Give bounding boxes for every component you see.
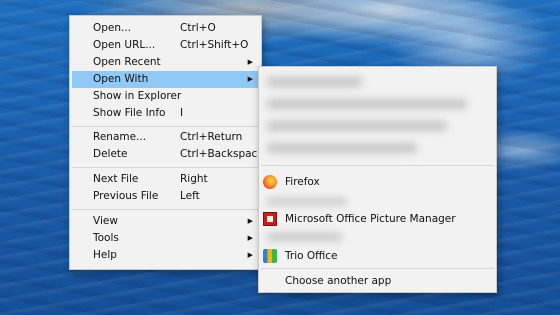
menu-item-label: Delete [93, 148, 128, 160]
menu-item-show-file-info[interactable]: Show File Info I [72, 105, 259, 122]
trio-office-icon [263, 249, 277, 263]
menu-item-rename[interactable]: Rename... Ctrl+Return [72, 129, 259, 146]
menu-item-label: Open With [93, 73, 149, 85]
menu-item-delete[interactable]: Delete Ctrl+Backspace [72, 146, 264, 163]
menu-item-open-recent[interactable]: Open Recent ▶ [72, 54, 259, 71]
menu-item-label: Show in Explorer [93, 90, 182, 102]
open-with-submenu: Firefox Microsoft Office Picture Manager… [258, 66, 497, 293]
menu-separator [261, 268, 494, 269]
blurred-app-entry [267, 198, 347, 205]
menu-separator [72, 167, 259, 168]
app-label: Firefox [285, 176, 320, 188]
menu-item-next-file[interactable]: Next File Right [72, 171, 259, 188]
menu-item-label: Help [93, 249, 117, 261]
menu-item-help[interactable]: Help ▶ [72, 247, 259, 264]
open-with-firefox[interactable]: Firefox [261, 172, 494, 192]
firefox-icon [263, 175, 277, 189]
menu-item-label: Show File Info [93, 107, 166, 119]
submenu-arrow-icon: ▶ [247, 58, 253, 66]
blurred-app-entry [267, 143, 417, 153]
menu-item-label: Next File [93, 173, 139, 185]
menu-item-shortcut: Right [180, 173, 208, 185]
menu-item-label: Open Recent [93, 56, 161, 68]
submenu-arrow-icon: ▶ [247, 251, 253, 259]
menu-item-open-with[interactable]: Open With ▶ [72, 71, 259, 88]
open-with-picture-manager[interactable]: Microsoft Office Picture Manager [261, 209, 494, 229]
blurred-app-entry [267, 77, 362, 87]
menu-item-tools[interactable]: Tools ▶ [72, 230, 259, 247]
submenu-arrow-icon: ▶ [247, 217, 253, 225]
menu-item-shortcut: Left [180, 190, 200, 202]
choose-another-app[interactable]: Choose another app [261, 271, 494, 291]
menu-separator [261, 165, 494, 166]
blurred-app-entry [267, 233, 342, 241]
menu-item-label: Rename... [93, 131, 147, 143]
menu-item-shortcut: Ctrl+Shift+O [180, 39, 249, 51]
menu-item-open[interactable]: Open... Ctrl+O [72, 20, 259, 37]
menu-item-label: Tools [93, 232, 119, 244]
submenu-arrow-icon: ▶ [247, 75, 253, 83]
menu-separator [72, 209, 259, 210]
picture-manager-icon [263, 212, 277, 226]
blurred-app-entry [267, 121, 447, 131]
app-label: Trio Office [285, 250, 338, 262]
menu-item-previous-file[interactable]: Previous File Left [72, 188, 259, 205]
submenu-arrow-icon: ▶ [247, 234, 253, 242]
menu-item-show-in-explorer[interactable]: Show in Explorer [72, 88, 259, 105]
menu-item-shortcut: Ctrl+Return [180, 131, 243, 143]
menu-separator [72, 126, 259, 127]
menu-item-label: Open... [93, 22, 132, 34]
blurred-app-entry [267, 99, 467, 109]
menu-item-label: View [93, 215, 118, 227]
menu-item-view[interactable]: View ▶ [72, 213, 259, 230]
menu-item-open-url[interactable]: Open URL... Ctrl+Shift+O [72, 37, 259, 54]
menu-item-shortcut: Ctrl+Backspace [180, 148, 264, 160]
menu-item-label: Open URL... [93, 39, 156, 51]
choose-another-app-label: Choose another app [285, 275, 392, 287]
app-label: Microsoft Office Picture Manager [285, 213, 456, 225]
context-menu: Open... Ctrl+O Open URL... Ctrl+Shift+O … [69, 15, 264, 270]
menu-item-shortcut: I [180, 107, 184, 119]
menu-item-shortcut: Ctrl+O [180, 22, 216, 34]
open-with-trio-office[interactable]: Trio Office [261, 246, 494, 266]
menu-item-label: Previous File [93, 190, 159, 202]
